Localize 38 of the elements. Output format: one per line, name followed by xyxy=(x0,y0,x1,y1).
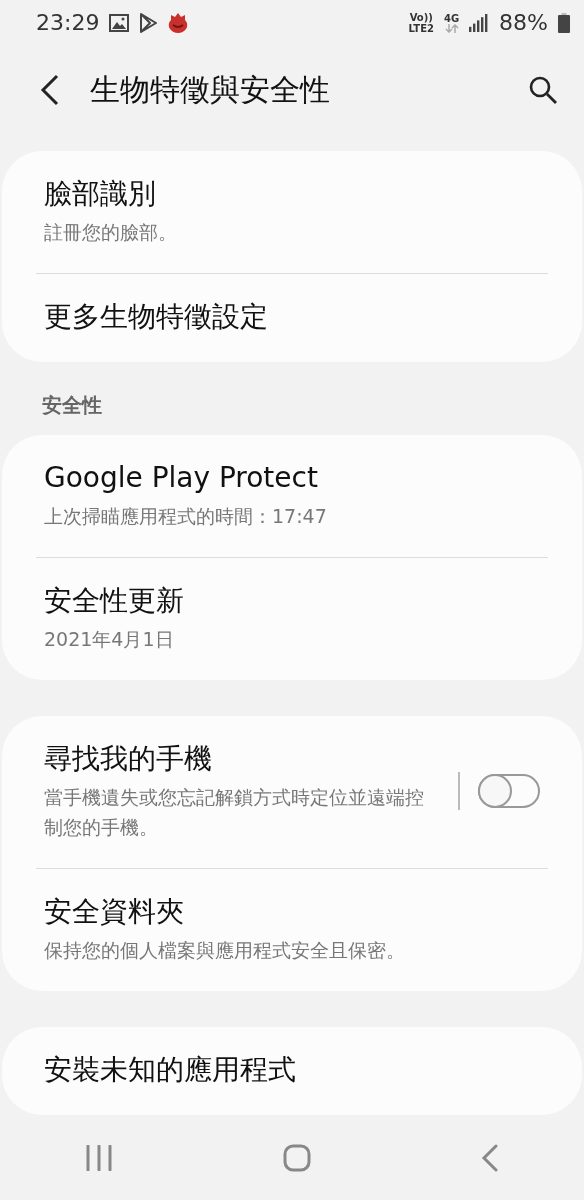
settings-item[interactable]: 臉部識別 註冊您的臉部。 xyxy=(36,151,548,273)
back-nav-icon[interactable] xyxy=(481,1144,499,1172)
settings-item[interactable]: 安全性更新 2021年4月1日 xyxy=(36,557,548,680)
battery-icon xyxy=(558,12,570,33)
item-subtitle: 註冊您的臉部。 xyxy=(44,220,178,245)
item-subtitle: 2021年4月1日 xyxy=(44,627,175,652)
item-title: 安裝未知的應用程式 xyxy=(44,1052,297,1088)
back-icon[interactable] xyxy=(40,74,60,106)
recent-apps-icon[interactable] xyxy=(85,1145,113,1171)
flame-app-icon xyxy=(167,11,190,34)
lte-label: LTE2 xyxy=(408,22,434,34)
item-subtitle: 上次掃瞄應用程式的時間：17:47 xyxy=(44,504,328,529)
volte-label: Vo)) xyxy=(409,11,433,23)
home-icon[interactable] xyxy=(283,1144,311,1172)
settings-item[interactable]: 安裝未知的應用程式 xyxy=(36,1027,548,1115)
item-title: 更多生物特徵設定 xyxy=(44,299,269,335)
item-subtitle: 當手機遺失或您忘記解鎖方式時定位並遠端控制您的手機。 xyxy=(44,785,425,840)
item-title: 安全性更新 xyxy=(44,583,185,619)
clock: 23:29 xyxy=(36,10,100,35)
network-label: 4G xyxy=(443,12,460,24)
settings-item[interactable]: Google Play Protect 上次掃瞄應用程式的時間：17:47 xyxy=(36,435,548,557)
search-icon[interactable] xyxy=(528,75,558,105)
image-icon xyxy=(109,13,130,32)
data-arrows-icon xyxy=(444,23,459,33)
toggle-switch[interactable] xyxy=(478,774,540,808)
settings-item[interactable]: 尋找我的手機 當手機遺失或您忘記解鎖方式時定位並遠端控制您的手機。 xyxy=(36,716,548,868)
section-header: 安全性 xyxy=(42,393,102,417)
item-subtitle: 保持您的個人檔案與應用程式安全且保密。 xyxy=(44,938,406,963)
battery-percent: 88% xyxy=(499,10,548,35)
item-title: 臉部識別 xyxy=(44,176,157,212)
play-store-icon xyxy=(139,12,158,33)
settings-item[interactable]: 安全資料夾 保持您的個人檔案與應用程式安全且保密。 xyxy=(36,868,548,991)
item-title: 尋找我的手機 xyxy=(44,741,213,777)
item-title: 安全資料夾 xyxy=(44,894,185,930)
item-title: Google Play Protect xyxy=(44,460,319,496)
page-title: 生物特徵與安全性 xyxy=(90,70,331,109)
signal-icon xyxy=(469,13,490,32)
settings-item[interactable]: 更多生物特徵設定 xyxy=(36,273,548,362)
